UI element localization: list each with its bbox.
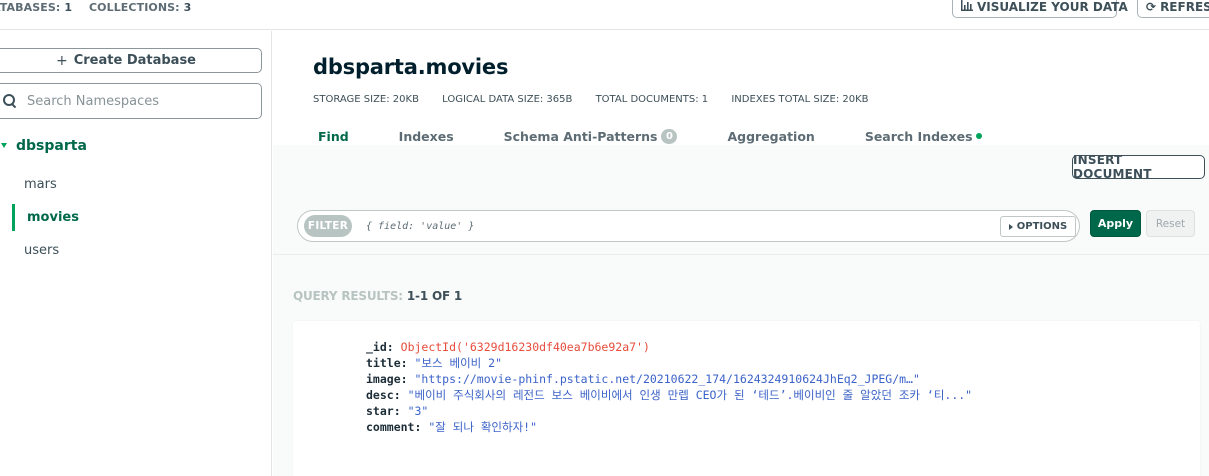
find-content: INSERT DOCUMENT FILTER OPTIONS Apply Res… (273, 145, 1209, 476)
sidebar-database-dbsparta[interactable]: dbsparta (16, 138, 87, 154)
indexes-total-size: INDEXES TOTAL SIZE: 20KB (731, 94, 869, 105)
reset-button[interactable]: Reset (1146, 210, 1195, 237)
refresh-icon: ⟳ (1146, 0, 1157, 14)
tab-schema-label: Schema Anti-Patterns (503, 128, 658, 144)
search-namespaces-box (0, 83, 262, 119)
field-value: "보스 베이비 2" (414, 356, 503, 370)
field-title: title: "보스 베이비 2" (366, 355, 972, 371)
tab-find[interactable]: Find (318, 125, 349, 147)
filter-bar: FILTER OPTIONS (297, 210, 1080, 242)
query-results-label: QUERY RESULTS: (293, 289, 403, 303)
search-icon (3, 94, 17, 108)
field-value: "https://movie-phinf.pstatic.net/2021062… (414, 372, 920, 386)
options-label: OPTIONS (1016, 221, 1068, 232)
document-fields: _id: ObjectId('6329d16230df40ea7b6e92a7'… (366, 339, 972, 435)
tab-search-indexes-label: Search Indexes (864, 128, 973, 144)
databases-count: 1 (64, 1, 73, 14)
top-bar: ATABASES: 1 COLLECTIONS: 3 VISUALIZE YOU… (0, 0, 1209, 30)
plus-icon: + (55, 52, 68, 69)
collections-count: 3 (183, 1, 192, 14)
bar-chart-icon (961, 0, 973, 14)
document-card[interactable]: _id: ObjectId('6329d16230df40ea7b6e92a7'… (293, 321, 1200, 476)
tab-bar: Find Indexes Schema Anti-Patterns 0 Aggr… (318, 125, 1032, 147)
create-database-label: Create Database (73, 53, 196, 68)
tab-aggregation-label: Aggregation (727, 128, 815, 144)
instance-stats: ATABASES: 1 COLLECTIONS: 3 (0, 1, 191, 14)
field-key: star: (366, 404, 401, 418)
sidebar: + Create Database dbsparta mars movies u… (0, 31, 272, 476)
collections-label: COLLECTIONS: (88, 1, 180, 14)
field-key: title: (366, 356, 408, 370)
insert-document-button[interactable]: INSERT DOCUMENT (1072, 153, 1205, 181)
total-documents: TOTAL DOCUMENTS: 1 (595, 94, 709, 105)
refresh-button[interactable]: ⟳ REFRESH (1137, 0, 1209, 18)
sidebar-item-movies[interactable]: movies (27, 210, 79, 225)
tab-find-label: Find (318, 128, 349, 144)
active-indicator (12, 204, 15, 231)
caret-right-icon (1008, 223, 1013, 230)
field-desc: desc: "베이비 주식회사의 레전드 보스 베이비에서 인생 만렙 CEO가… (366, 387, 972, 403)
refresh-label: REFRESH (1160, 0, 1209, 14)
count-badge: 0 (661, 128, 678, 144)
field-image: image: "https://movie-phinf.pstatic.net/… (366, 371, 972, 387)
apply-button[interactable]: Apply (1090, 210, 1141, 237)
status-dot-icon (975, 133, 982, 139)
field-star: star: "3" (366, 403, 972, 419)
field-value: "3" (407, 404, 429, 418)
databases-label: ATABASES: (0, 1, 61, 14)
logical-data-size: LOGICAL DATA SIZE: 365B (442, 94, 573, 105)
query-results-range: 1-1 OF 1 (406, 289, 463, 303)
sidebar-item-mars[interactable]: mars (24, 177, 57, 192)
sidebar-item-users[interactable]: users (24, 243, 59, 258)
visualize-data-button[interactable]: VISUALIZE YOUR DATA (952, 0, 1128, 18)
field-key: desc: (366, 388, 401, 402)
search-namespaces-input[interactable] (27, 93, 247, 109)
filter-input[interactable] (366, 220, 966, 232)
options-button[interactable]: OPTIONS (1000, 216, 1076, 237)
tab-aggregation[interactable]: Aggregation (727, 125, 814, 147)
field-comment: comment: "잘 되나 확인하자!" (366, 419, 972, 435)
storage-size: STORAGE SIZE: 20KB (313, 94, 419, 105)
field-value: ObjectId('6329d16230df40ea7b6e92a7') (400, 340, 650, 354)
field-key: image: (366, 372, 408, 386)
create-database-button[interactable]: + Create Database (0, 48, 262, 73)
field-id: _id: ObjectId('6329d16230df40ea7b6e92a7'… (366, 339, 972, 355)
divider (273, 254, 1209, 255)
collection-stats: STORAGE SIZE: 20KB LOGICAL DATA SIZE: 36… (313, 94, 889, 105)
caret-down-icon[interactable] (1, 143, 7, 148)
field-key: comment: (366, 420, 422, 434)
field-key: _id: (366, 340, 394, 354)
visualize-data-label: VISUALIZE YOUR DATA (977, 0, 1128, 14)
tab-search-indexes[interactable]: Search Indexes (865, 125, 982, 147)
tab-indexes[interactable]: Indexes (399, 125, 454, 147)
main-panel: dbsparta.movies STORAGE SIZE: 20KB LOGIC… (273, 31, 1209, 476)
page-title: dbsparta.movies (313, 55, 509, 79)
field-value: "베이비 주식회사의 레전드 보스 베이비에서 인생 만렙 CEO가 된 ‘테드… (407, 388, 973, 402)
query-results-summary: QUERY RESULTS: 1-1 OF 1 (293, 289, 462, 303)
field-value: "잘 되나 확인하자!" (428, 420, 538, 434)
tab-schema-anti-patterns[interactable]: Schema Anti-Patterns 0 (504, 125, 678, 147)
tab-indexes-label: Indexes (398, 128, 454, 144)
filter-label: FILTER (304, 215, 352, 237)
